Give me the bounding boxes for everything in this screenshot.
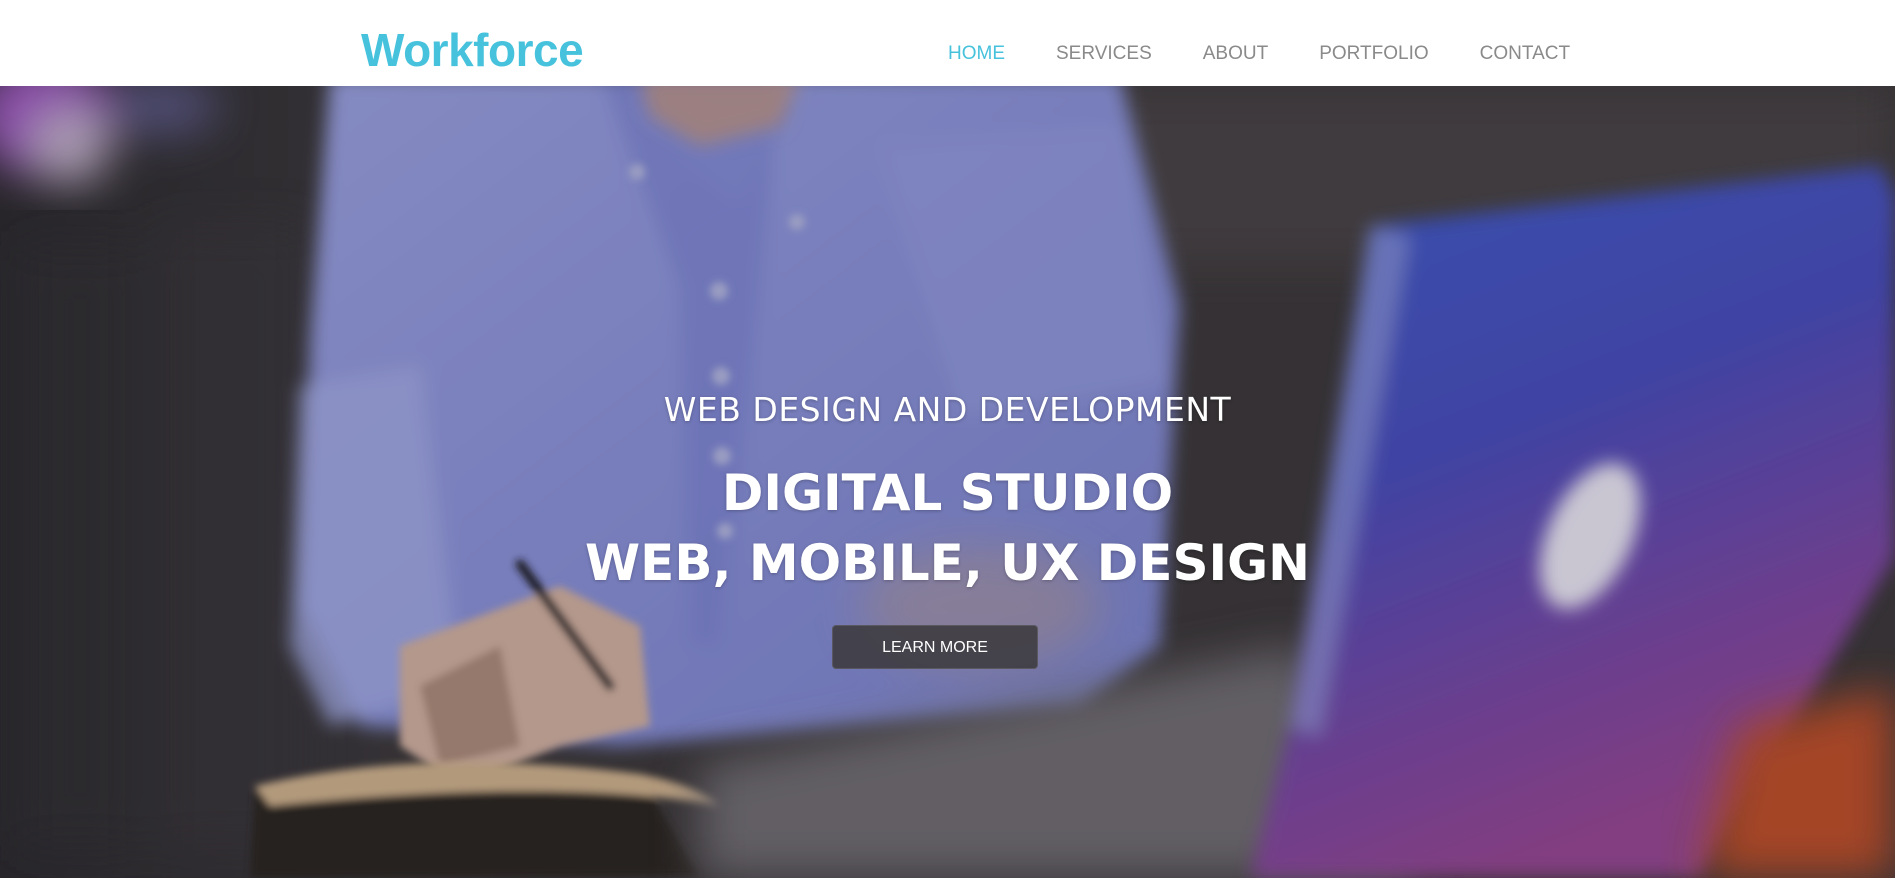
hero-section: WEB DESIGN AND DEVELOPMENT DIGITAL STUDI… <box>0 86 1895 878</box>
nav-services[interactable]: SERVICES <box>1056 42 1152 66</box>
hero-kicker: WEB DESIGN AND DEVELOPMENT <box>663 390 1232 429</box>
nav-contact[interactable]: CONTACT <box>1480 42 1570 66</box>
hero-title: DIGITAL STUDIO <box>721 464 1174 522</box>
main-nav: HOME SERVICES ABOUT PORTFOLIO CONTACT <box>948 42 1570 66</box>
nav-portfolio[interactable]: PORTFOLIO <box>1319 42 1428 66</box>
site-header: Workforce HOME SERVICES ABOUT PORTFOLIO … <box>0 0 1895 86</box>
nav-about[interactable]: ABOUT <box>1203 42 1268 66</box>
learn-more-button[interactable]: LEARN MORE <box>832 625 1038 669</box>
nav-home[interactable]: HOME <box>948 42 1005 66</box>
logo[interactable]: Workforce <box>361 22 584 78</box>
hero-subtitle: WEB, MOBILE, UX DESIGN <box>585 534 1310 592</box>
